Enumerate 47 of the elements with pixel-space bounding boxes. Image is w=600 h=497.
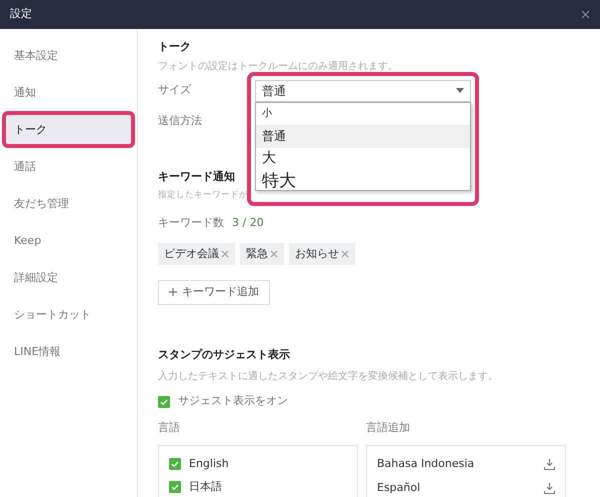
checkbox[interactable] — [169, 458, 181, 470]
size-select[interactable]: 普通 — [255, 80, 471, 102]
column-heading: 言語 — [158, 420, 181, 436]
section-description: フォントの設定はトークルームにのみ適用されます。 — [158, 60, 399, 74]
dropdown-option[interactable]: 特大 — [256, 168, 470, 190]
remove-icon[interactable] — [341, 250, 349, 258]
sidebar-item[interactable]: 通知 — [2, 74, 135, 111]
sidebar-item[interactable]: 友だち管理 — [2, 185, 135, 222]
field-label: 送信方法 — [158, 112, 203, 128]
dropdown-option[interactable]: 大 — [256, 148, 470, 168]
download-icon[interactable] — [544, 482, 555, 494]
language-label: Bahasa Indonesia — [377, 456, 474, 472]
field-label: サイズ — [158, 82, 192, 98]
column-heading: 言語追加 — [366, 420, 411, 436]
caret-icon — [456, 88, 464, 93]
remove-icon[interactable] — [270, 250, 278, 258]
sidebar-item[interactable]: LINE情報 — [2, 333, 135, 370]
sidebar-item[interactable]: 基本設定 — [2, 37, 135, 74]
sidebar-item[interactable]: Keep — [2, 222, 135, 259]
checkbox[interactable] — [158, 396, 170, 408]
sidebar-item[interactable]: トーク — [2, 111, 135, 148]
keyword-tag: ビデオ会議 — [158, 242, 235, 266]
language-label: English — [189, 456, 229, 472]
keyword-tag: 緊急 — [240, 242, 284, 266]
remove-icon[interactable] — [221, 250, 229, 258]
language-label: 日本語 — [189, 478, 222, 494]
keyword-tag: お知らせ — [289, 242, 355, 266]
keyword-count: 3 / 20 — [232, 215, 264, 232]
section-heading: スタンプのサジェスト表示 — [158, 346, 290, 363]
section-description: 指定したキーワードが — [158, 188, 248, 202]
close-icon[interactable] — [581, 10, 590, 19]
section-heading: トーク — [158, 39, 191, 55]
dropdown-option[interactable]: 普通 — [256, 124, 470, 148]
dropdown-option[interactable]: 小 — [256, 102, 470, 124]
sidebar-item[interactable]: ショートカット — [2, 296, 135, 333]
checkbox-label: サジェスト表示をオン — [178, 393, 288, 410]
add-keyword-button[interactable]: キーワード追加 — [158, 280, 270, 305]
language-label: Español — [377, 480, 420, 496]
checkbox[interactable] — [169, 480, 181, 493]
sidebar-item[interactable]: 通話 — [2, 148, 135, 185]
section-heading: キーワード通知 — [158, 169, 235, 185]
plus-icon — [169, 288, 177, 296]
section-description: 入力したテキストに適したスタンプや絵文字を変換候補として表示します。 — [158, 370, 499, 384]
sidebar-item[interactable]: 詳細設定 — [2, 259, 135, 296]
download-icon[interactable] — [544, 458, 555, 470]
window-title: 設定 — [10, 6, 32, 22]
count-label: キーワード数 — [158, 215, 224, 232]
